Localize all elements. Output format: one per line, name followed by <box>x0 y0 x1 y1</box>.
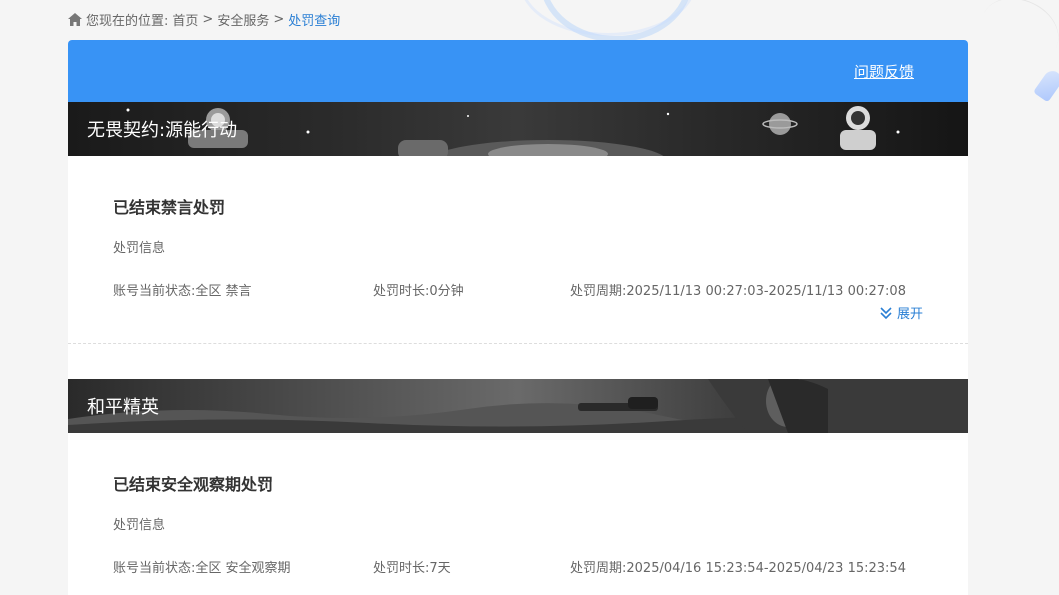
record-subtitle: 处罚信息 <box>113 518 166 533</box>
breadcrumb-section-link[interactable]: 安全服务 <box>217 10 269 29</box>
breadcrumb-current: 处罚查询 <box>288 13 341 29</box>
account-status: 账号当前状态:全区 安全观察期 <box>113 557 291 576</box>
penalty-duration: 处罚时长:7天 <box>373 557 451 576</box>
field-value: 0分钟 <box>429 284 464 299</box>
banner-artwork <box>68 379 968 433</box>
game-name: 无畏契约:源能行动 <box>87 120 238 141</box>
record-title: 已结束禁言处罚 <box>113 198 226 217</box>
field-label: 处罚周期: <box>570 561 627 576</box>
breadcrumb-home-link[interactable]: 首页 <box>172 10 198 29</box>
page: 您现在的位置: 首页 > 安全服务 > 处罚查询 问题反馈 无畏契约:源能行动 … <box>0 0 1059 595</box>
breadcrumb: 您现在的位置: 首页 > 安全服务 > 处罚查询 <box>68 10 341 29</box>
field-value: 7天 <box>429 561 451 576</box>
double-chevron-down-icon <box>879 306 893 320</box>
field-label: 账号当前状态: <box>113 561 196 576</box>
field-label: 账号当前状态: <box>113 284 196 299</box>
decorative-line <box>970 0 1059 76</box>
decorative-rocket-icon <box>1033 67 1059 103</box>
breadcrumb-prefix: 您现在的位置: <box>86 13 169 29</box>
penalty-duration: 处罚时长:0分钟 <box>373 280 464 299</box>
game-name: 和平精英 <box>87 397 159 418</box>
game-banner: 无畏契约:源能行动 <box>68 102 968 156</box>
home-icon <box>68 12 82 26</box>
penalty-period: 处罚周期:2025/11/13 00:27:03-2025/11/13 00:2… <box>570 280 906 299</box>
penalty-record: 已结束安全观察期处罚 处罚信息 账号当前状态:全区 安全观察期 处罚时长:7天 … <box>68 433 968 595</box>
field-label: 处罚周期: <box>570 284 627 299</box>
field-value: 全区 禁言 <box>195 284 252 299</box>
breadcrumb-separator: > <box>273 11 285 27</box>
feedback-link[interactable]: 问题反馈 <box>854 61 914 82</box>
penalty-record: 已结束禁言处罚 处罚信息 账号当前状态:全区 禁言 处罚时长:0分钟 处罚周期:… <box>68 156 968 343</box>
field-value: 2025/11/13 00:27:03-2025/11/13 00:27:08 <box>626 284 906 299</box>
record-subtitle: 处罚信息 <box>113 241 166 256</box>
record-title: 已结束安全观察期处罚 <box>113 475 274 494</box>
expand-button[interactable]: 展开 <box>879 303 923 322</box>
expand-label: 展开 <box>896 307 923 322</box>
spacer <box>68 344 968 379</box>
field-label: 处罚时长: <box>373 284 430 299</box>
account-status: 账号当前状态:全区 禁言 <box>113 280 252 299</box>
decorative-ring <box>520 0 696 36</box>
penalty-period: 处罚周期:2025/04/16 15:23:54-2025/04/23 15:2… <box>570 557 906 576</box>
breadcrumb-separator: > <box>202 11 214 27</box>
game-banner: 和平精英 <box>68 379 968 433</box>
field-value: 2025/04/16 15:23:54-2025/04/23 15:23:54 <box>626 561 906 576</box>
panel-header: 问题反馈 <box>68 40 968 102</box>
field-value: 全区 安全观察期 <box>195 561 291 576</box>
field-label: 处罚时长: <box>373 561 430 576</box>
penalty-panel: 问题反馈 无畏契约:源能行动 已结束禁言处罚 处罚信息 账号当前状态:全区 禁言… <box>68 40 968 595</box>
